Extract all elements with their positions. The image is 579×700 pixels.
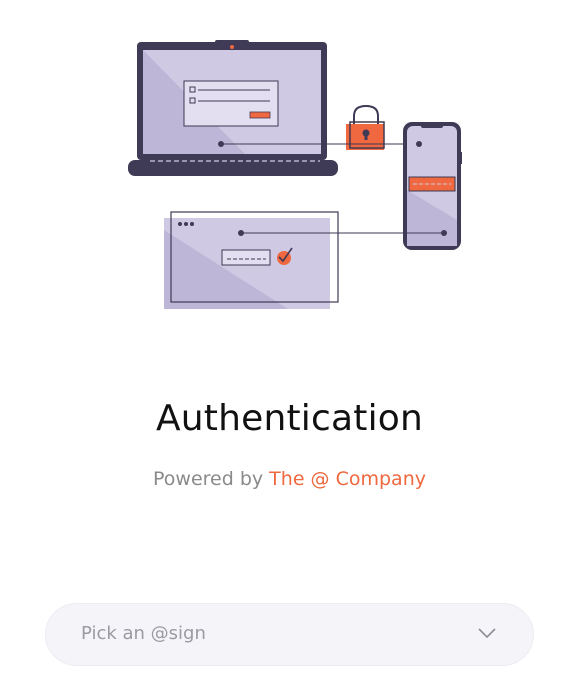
browser-window-illustration — [164, 211, 339, 309]
page-title: Authentication — [155, 398, 424, 439]
smartphone-illustration — [403, 122, 462, 250]
powered-by-prefix: Powered by — [153, 468, 264, 490]
chevron-down-icon — [478, 628, 496, 639]
padlock-illustration — [346, 104, 385, 150]
authentication-screen: Authentication Powered by The @ Company … — [0, 0, 579, 700]
company-link[interactable]: The @ Company — [269, 468, 426, 490]
laptop-illustration — [128, 40, 338, 176]
powered-by-text: Powered by The @ Company — [0, 468, 579, 490]
atsign-dropdown[interactable]: Pick an @sign — [45, 603, 534, 666]
authentication-illustration — [128, 40, 462, 309]
atsign-dropdown-placeholder: Pick an @sign — [81, 623, 206, 644]
